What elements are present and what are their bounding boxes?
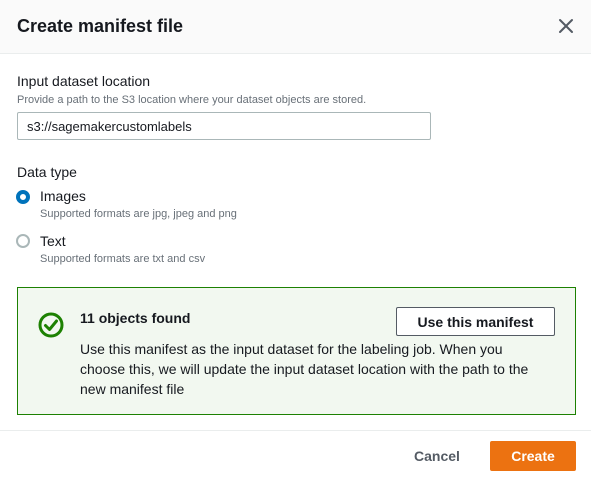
cancel-button[interactable]: Cancel	[404, 441, 470, 471]
modal-title: Create manifest file	[17, 16, 184, 36]
alert-body: Use this manifest as the input dataset f…	[80, 341, 529, 397]
radio-images[interactable]	[16, 190, 30, 204]
input-location-field[interactable]	[17, 112, 431, 140]
alert-title: 11 objects found	[80, 310, 191, 326]
radio-images-label[interactable]: Images	[40, 187, 86, 205]
footer-divider	[0, 430, 591, 431]
radio-text-label[interactable]: Text	[40, 232, 66, 250]
create-button[interactable]: Create	[490, 441, 576, 471]
radio-images-description: Supported formats are jpg, jpeg and png	[40, 208, 237, 220]
radio-text-description: Supported formats are txt and csv	[40, 253, 206, 265]
input-location-label: Input dataset location	[17, 73, 151, 89]
input-location-description: Provide a path to the S3 location where …	[17, 94, 367, 106]
success-alert: 11 objects found Use this manifest as th…	[17, 287, 576, 415]
modal-header: Create manifest file	[0, 0, 591, 54]
use-this-manifest-button[interactable]: Use this manifest	[396, 307, 555, 336]
radio-text[interactable]	[16, 234, 30, 248]
close-icon	[559, 19, 573, 33]
data-type-label: Data type	[17, 164, 77, 180]
close-button[interactable]	[555, 15, 577, 37]
create-manifest-modal: Create manifest file Input dataset locat…	[0, 0, 591, 480]
check-circle-icon	[38, 312, 64, 338]
